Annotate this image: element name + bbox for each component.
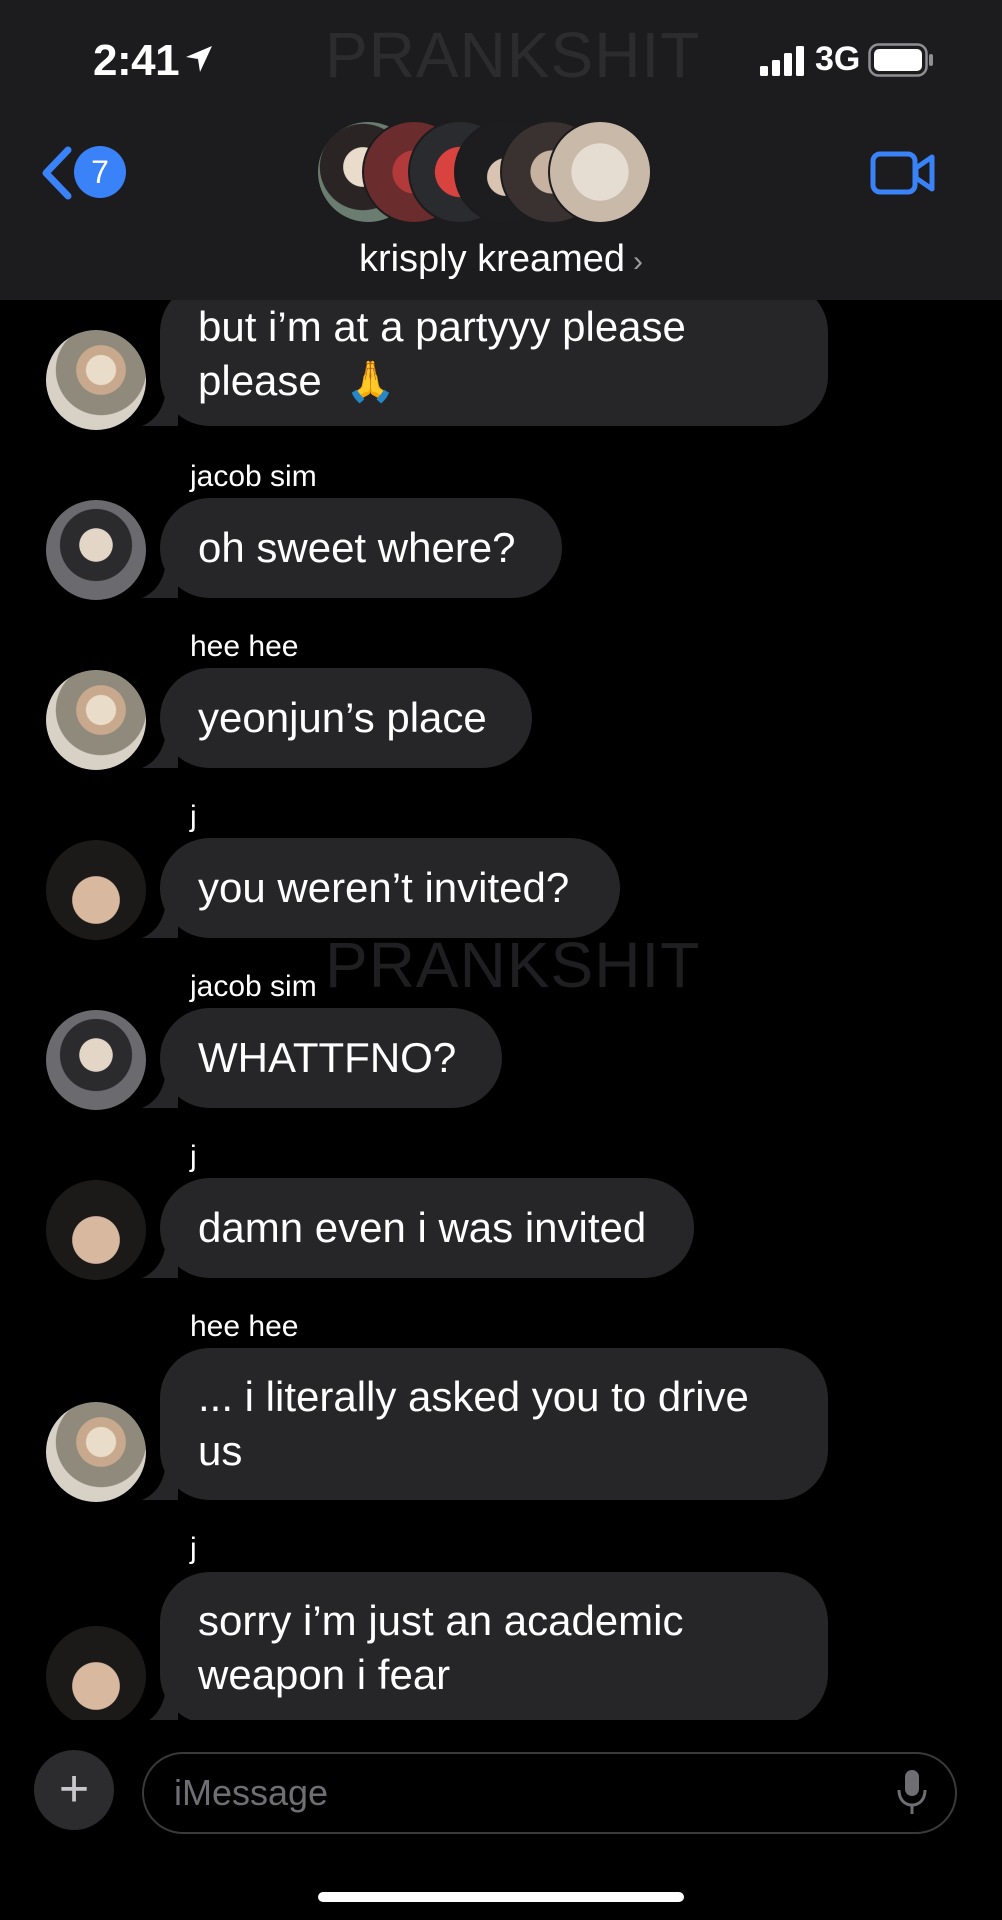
message-text: you weren’t invited?: [198, 864, 570, 911]
sender-name: jacob sim: [190, 460, 317, 493]
imessage-input[interactable]: [142, 1752, 957, 1834]
bubble-tail: [142, 1242, 178, 1278]
chevron-right-icon: ›: [633, 245, 644, 278]
message-text: ... i literally asked you to drive us: [198, 1373, 749, 1474]
chevron-left-icon: [42, 146, 72, 200]
message-composer: +: [0, 1720, 1002, 1920]
message-bubble[interactable]: ... i literally asked you to drive us: [142, 1348, 828, 1500]
avatar[interactable]: [46, 1180, 146, 1280]
signal-bars-icon: [760, 46, 804, 76]
unread-count-badge: 7: [74, 146, 126, 198]
bubble-tail: [142, 902, 178, 938]
sender-name: j: [190, 1140, 197, 1173]
message-bubble[interactable]: sorry i’m just an academic weapon i fear: [149, 1572, 828, 1720]
sender-name: j: [190, 800, 197, 833]
message-bubble[interactable]: yeonjun’s place: [142, 668, 532, 768]
back-button[interactable]: 7: [38, 140, 168, 204]
avatar[interactable]: [46, 500, 146, 600]
message-text: sorry i’m just an academic weapon i fear: [198, 1597, 684, 1698]
message-text: oh sweet where?: [198, 524, 516, 571]
network-type: 3G: [815, 40, 861, 78]
battery-icon: [868, 43, 933, 77]
sender-name: hee hee: [190, 1310, 299, 1343]
avatar[interactable]: [46, 1010, 146, 1110]
status-time: 2:41: [93, 36, 180, 85]
bubble-tail: [142, 1072, 178, 1108]
sender-name: hee hee: [190, 630, 299, 663]
avatar[interactable]: [46, 330, 146, 430]
message-text: but i’m at a partyyy please please 🙏: [198, 302, 686, 404]
message-bubble[interactable]: damn even i was invited: [142, 1178, 694, 1278]
avatar[interactable]: [46, 670, 146, 770]
group-avatar-stack[interactable]: [316, 120, 652, 224]
add-attachment-button[interactable]: +: [34, 1750, 114, 1830]
message-text: WHATTFNO?: [198, 1034, 457, 1081]
message-bubble[interactable]: but i’m at a partyyy please please 🙏: [142, 300, 828, 426]
group-member-avatar: [548, 120, 652, 224]
sender-name: j: [190, 1532, 197, 1565]
message-bubble[interactable]: WHATTFNO?: [142, 1008, 502, 1108]
group-name[interactable]: krisply kreamed ›: [0, 238, 1002, 281]
message-text: yeonjun’s place: [198, 694, 487, 741]
folded-hands-emoji: 🙏: [345, 359, 396, 404]
conversation-header: 2:41 3G 7 krisply kreamed ›: [0, 0, 1002, 300]
avatar[interactable]: [46, 1402, 146, 1502]
microphone-icon[interactable]: [895, 1768, 929, 1816]
location-arrow-icon: [186, 46, 212, 72]
message-list[interactable]: but i’m at a partyyy please please 🙏 jac…: [0, 300, 1002, 1720]
bubble-tail: [142, 732, 178, 768]
bubble-tail: [142, 390, 178, 426]
bubble-tail: [142, 1464, 178, 1500]
message-bubble[interactable]: oh sweet where?: [142, 498, 562, 598]
sender-name: jacob sim: [190, 970, 317, 1003]
bubble-tail: [149, 1688, 178, 1720]
home-indicator[interactable]: [318, 1892, 684, 1902]
message-text: damn even i was invited: [198, 1204, 647, 1251]
avatar[interactable]: [46, 840, 146, 940]
avatar[interactable]: [46, 1626, 146, 1720]
bubble-tail: [142, 562, 178, 598]
message-bubble[interactable]: you weren’t invited?: [142, 838, 620, 938]
group-name-label: krisply kreamed: [358, 238, 626, 280]
video-call-button[interactable]: [870, 150, 936, 196]
